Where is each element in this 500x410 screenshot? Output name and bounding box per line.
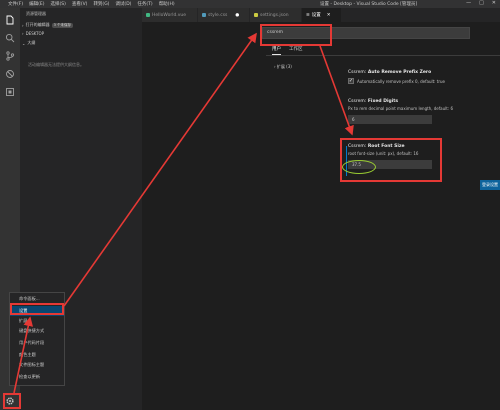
menu-go[interactable]: 转到(G) <box>93 1 109 7</box>
setting-name: Auto Remove Prefix Zero <box>367 70 432 75</box>
setting-title: Cssrem: Auto Remove Prefix Zero <box>348 70 498 75</box>
outline-empty-message: 活动编辑器无法提供大纲信息。 <box>28 62 84 67</box>
setting-name: Fixed Digits <box>367 99 399 104</box>
extensions-icon[interactable] <box>4 86 16 98</box>
tab-label: 设置 <box>311 13 321 18</box>
close-tab-icon[interactable]: ✕ <box>327 13 331 18</box>
debug-icon[interactable] <box>4 68 16 80</box>
tab-label: settings.json <box>260 12 289 18</box>
tab-label: style.css <box>208 12 228 18</box>
window-controls: — □ ✕ <box>466 0 496 6</box>
checkbox-label: Automatically remove prefix 0, default: … <box>357 78 445 84</box>
setting-fixed-digits: Cssrem: Fixed Digits Px to rem decimal p… <box>348 99 498 124</box>
outline-label: 大纲 <box>27 40 36 45</box>
menu-debug[interactable]: 调试(D) <box>115 1 131 7</box>
title-bar: 文件(F) 编辑(E) 选择(S) 查看(V) 转到(G) 调试(D) 任务(T… <box>0 0 500 8</box>
editor-tab-bar: HelloWorld.vue style.css ● settings.json… <box>142 8 500 22</box>
setting-category: Cssrem: <box>348 99 367 104</box>
auto-remove-prefix-checkbox[interactable]: ✓ <box>348 78 354 84</box>
tab-helloworld-vue[interactable]: HelloWorld.vue <box>142 8 198 22</box>
desktop-folder-label: DESKTOP <box>25 31 45 36</box>
settings-tab-icon: ≡ <box>306 12 310 18</box>
checkmark-icon: ✓ <box>348 77 354 84</box>
chevron-right-icon: › <box>22 22 24 28</box>
annotation-settings-highlight <box>10 303 64 315</box>
desktop-folder-section[interactable]: › DESKTOP <box>22 31 44 36</box>
setting-auto-remove-prefix-zero: Cssrem: Auto Remove Prefix Zero ✓ Automa… <box>348 70 498 84</box>
tab-label: HelloWorld.vue <box>152 12 187 18</box>
menu-item-user-snippets[interactable]: 用户代码片段 <box>10 338 64 348</box>
chevron-right-icon: › <box>22 31 24 36</box>
open-editors-label: 打开的编辑器 <box>25 22 50 27</box>
chevron-down-icon: ⌄ <box>22 40 26 46</box>
menu-item-file-icon-theme[interactable]: 文件图标主题 <box>10 360 64 370</box>
maximize-button[interactable]: □ <box>479 0 484 6</box>
close-button[interactable]: ✕ <box>492 0 496 6</box>
setting-description: Px to rem decimal point maximum length, … <box>348 106 453 111</box>
menu-selection[interactable]: 选择(S) <box>50 1 65 7</box>
search-icon[interactable] <box>4 32 16 44</box>
menu-item-color-theme[interactable]: 颜色主题 <box>10 350 64 360</box>
tab-settings[interactable]: ≡ 设置 ✕ <box>302 8 342 22</box>
menu-item-extensions[interactable]: 扩展 <box>10 316 64 326</box>
menu-item-check-for-updates[interactable]: 检查以更新 <box>10 372 64 382</box>
settings-editor: cssrem 用户 工作区 › 扩展 (3) Cssrem: Auto Remo… <box>142 22 500 410</box>
window-title: 设置 - Desktop - Visual Studio Code [管理员] <box>320 2 418 7</box>
menu-help[interactable]: 帮助(H) <box>159 1 175 7</box>
setting-category: Cssrem: <box>348 70 367 75</box>
source-control-icon[interactable] <box>4 50 16 62</box>
menu-tasks[interactable]: 任务(T) <box>137 1 152 7</box>
explorer-title: 资源管理器 <box>26 11 46 16</box>
menu-edit[interactable]: 编辑(E) <box>29 1 44 7</box>
tab-workspace-settings[interactable]: 工作区 <box>289 46 303 55</box>
setting-checkbox-row: ✓ Automatically remove prefix 0, default… <box>348 78 498 84</box>
css-file-icon <box>202 13 206 17</box>
fixed-digits-input[interactable]: 6 <box>348 115 432 124</box>
divider <box>266 55 500 56</box>
setting-title: Cssrem: Fixed Digits <box>348 99 498 104</box>
tab-user-settings[interactable]: 用户 <box>272 46 281 55</box>
tab-settings-json[interactable]: settings.json <box>250 8 302 22</box>
menu-view[interactable]: 查看(V) <box>72 1 88 7</box>
json-file-icon <box>254 13 258 17</box>
minimize-button[interactable]: — <box>466 0 471 6</box>
annotation-gear-highlight <box>3 393 21 409</box>
outline-section[interactable]: ⌄ 大纲 <box>22 40 35 46</box>
tab-style-css[interactable]: style.css ● <box>198 8 250 22</box>
open-editors-section[interactable]: › 打开的编辑器 3 个未保存 <box>22 22 73 28</box>
annotation-search-highlight <box>260 24 332 46</box>
toc-extensions[interactable]: › 扩展 (3) <box>274 64 292 70</box>
menu-item-keyboard-shortcuts[interactable]: 键盘快捷方式 <box>10 326 64 336</box>
unsaved-dot-icon: ● <box>235 12 240 18</box>
menu-file[interactable]: 文件(F) <box>8 1 23 7</box>
annotation-value-ellipse <box>342 160 376 174</box>
files-icon[interactable] <box>4 14 16 26</box>
vue-file-icon <box>146 13 150 17</box>
menu-bar: 文件(F) 编辑(E) 选择(S) 查看(V) 转到(G) 调试(D) 任务(T… <box>8 1 175 7</box>
unsaved-badge: 3 个未保存 <box>51 22 73 28</box>
login-settings-button[interactable]: 登录设置 <box>480 180 500 190</box>
settings-scope-tabs: 用户 工作区 <box>272 46 303 55</box>
